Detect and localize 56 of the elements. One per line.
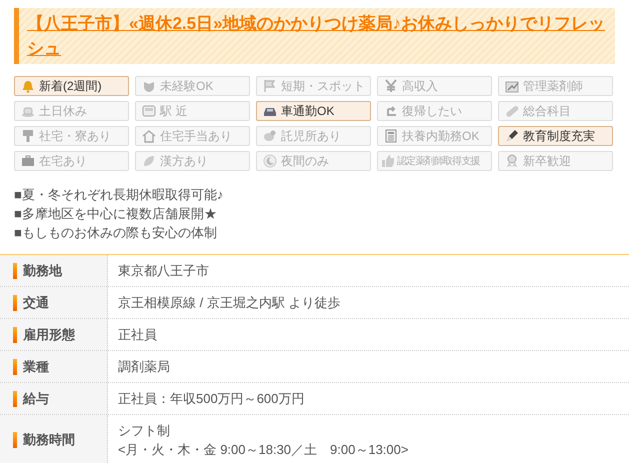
label-marker bbox=[13, 294, 17, 310]
detail-value: <月・火・木・金 9:00～18:30／土 9:00～13:00> bbox=[118, 441, 408, 459]
detail-value: 京王相模原線 / 京王堀之内駅 より徒歩 bbox=[118, 294, 340, 312]
detail-value: 正社員：年収500万円～600万円 bbox=[118, 390, 304, 408]
moon-icon bbox=[263, 154, 277, 168]
yen-icon bbox=[384, 79, 398, 93]
tag-label: 漢方あり bbox=[160, 153, 208, 170]
tag-label: 土日休み bbox=[39, 103, 87, 120]
label-marker bbox=[13, 390, 17, 406]
house-icon bbox=[142, 129, 156, 143]
flag-icon bbox=[263, 79, 277, 93]
highlight-text: ■もしものお休みの際も安心の体制 bbox=[14, 224, 218, 242]
tag-label: 駅 近 bbox=[160, 103, 188, 120]
tag-label: 車通勤OK bbox=[281, 103, 334, 120]
chart-icon bbox=[505, 79, 519, 93]
tag-label: 管理薬剤師 bbox=[523, 78, 583, 95]
pen-icon bbox=[505, 129, 519, 143]
thumbs-up-icon bbox=[381, 154, 395, 168]
tag-label: 新卒歓迎 bbox=[523, 153, 571, 170]
label-text: 勤務地 bbox=[23, 262, 62, 280]
tag-label: 夜間のみ bbox=[281, 153, 329, 170]
tag-label: 教育制度充実 bbox=[523, 128, 595, 145]
label-text: 業種 bbox=[23, 358, 49, 376]
label-text: 雇用形態 bbox=[23, 326, 75, 344]
highlight-text: ■夏・冬それぞれ長期休暇取得可能♪ bbox=[14, 186, 224, 204]
tag-label: 住宅手当あり bbox=[160, 128, 232, 145]
job-title-link[interactable]: 【八王子市】«週休2.5日»地域のかかりつけ薬局♪お休みしっかりでリフレッシュ bbox=[27, 11, 611, 61]
detail-value: 東京都八王子市 bbox=[118, 262, 209, 280]
tag-label: 総合科目 bbox=[523, 103, 571, 120]
medal-icon bbox=[505, 154, 519, 168]
highlight-text: ■多摩地区を中心に複数店舗展開★ bbox=[14, 205, 218, 223]
detail-value: シフト制 bbox=[118, 422, 171, 440]
tag-label: 未経験OK bbox=[160, 78, 214, 95]
detail-value: 正社員 bbox=[118, 326, 157, 344]
detail-value: 調剤薬局 bbox=[118, 358, 170, 376]
bell-icon bbox=[21, 79, 35, 93]
tag-label: 復帰したい bbox=[402, 103, 462, 120]
label-marker bbox=[13, 358, 17, 374]
label-text: 給与 bbox=[23, 390, 49, 408]
tag-label: 在宅あり bbox=[39, 153, 87, 170]
tag-label: 短期・スポット bbox=[281, 78, 365, 95]
label-text: 交通 bbox=[23, 294, 49, 312]
tag-label: 認定薬剤師取得支援 bbox=[397, 154, 480, 168]
tag-label: 新着(2週間) bbox=[39, 78, 102, 95]
briefcase-icon bbox=[21, 154, 35, 168]
label-marker bbox=[13, 262, 17, 278]
tag-label: 高収入 bbox=[402, 78, 438, 95]
tag-label: 託児所あり bbox=[281, 128, 341, 145]
tag-label: 扶養内勤務OK bbox=[402, 128, 480, 145]
key-icon bbox=[21, 129, 35, 143]
return-arrow-icon bbox=[384, 104, 398, 118]
label-marker bbox=[13, 326, 17, 342]
tag-label: 社宅・寮あり bbox=[39, 128, 111, 145]
label-marker bbox=[13, 432, 17, 448]
label-text: 勤務時間 bbox=[23, 431, 75, 450]
calculator-icon bbox=[384, 129, 398, 143]
